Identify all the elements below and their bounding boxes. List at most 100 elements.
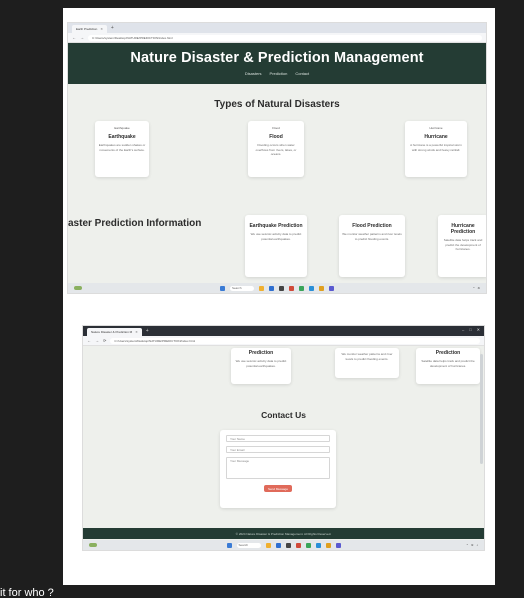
window-controls: – □ ✕ xyxy=(462,327,480,332)
earthquake-prediction-card: Prediction We use seismic activity data … xyxy=(231,348,291,384)
forward-icon[interactable]: → xyxy=(80,35,84,40)
forward-icon[interactable]: → xyxy=(95,338,99,343)
tab-label: Earth Prediction xyxy=(76,27,98,31)
tab-label: Nature Disaster & Prediction M xyxy=(91,330,133,334)
site-nav: Disasters Prediction Contact xyxy=(68,71,486,76)
close-tab-icon[interactable]: ✕ xyxy=(135,330,138,334)
card-title: Flood Prediction xyxy=(352,223,392,229)
app-icon[interactable] xyxy=(329,285,334,291)
hurricane-image: Hurricane xyxy=(429,126,443,130)
name-input[interactable]: Your Name xyxy=(226,435,330,442)
address-bar: ← → ⟳ C:/Users/system/Desktop/NATURE/PRE… xyxy=(83,336,484,346)
prediction-section-title: aster Prediction Information xyxy=(68,218,202,229)
wifi-icon[interactable]: ≋ xyxy=(471,543,474,547)
maximize-icon[interactable]: □ xyxy=(469,327,471,332)
close-tab-icon[interactable]: ✕ xyxy=(100,27,103,31)
screenshot-top-browser: Earth Prediction ✕ + ← → C:/Users/system… xyxy=(67,22,487,294)
card-description: A hurricane is a powerful tropical storm… xyxy=(410,143,462,152)
email-input[interactable]: Your Email xyxy=(226,446,330,453)
close-window-icon[interactable]: ✕ xyxy=(477,327,480,332)
url-field[interactable]: C:/Users/system/Desktop/NATURE/PREDICTIO… xyxy=(88,34,482,41)
card-title: Hurricane Prediction xyxy=(450,223,476,235)
edge-icon[interactable] xyxy=(275,542,281,548)
app-icon[interactable] xyxy=(285,542,291,548)
contact-form: Your Name Your Email Your Message Send M… xyxy=(220,430,336,508)
taskbar-search[interactable]: Search xyxy=(230,285,254,291)
flood-prediction-card: Flood Prediction We monitor weather patt… xyxy=(339,215,405,277)
card-title: Prediction xyxy=(248,350,274,356)
earthquake-card: Earthquake Earthquake Earthquakes are su… xyxy=(95,121,149,177)
site-header: Nature Disaster & Prediction Management … xyxy=(68,43,486,84)
hurricane-card: Hurricane Hurricane A hurricane is a pow… xyxy=(405,121,467,177)
card-description: We use seismic activity data to predict … xyxy=(235,359,287,368)
reload-icon[interactable]: ⟳ xyxy=(103,338,106,343)
vscode-icon[interactable] xyxy=(309,285,314,291)
hurricane-prediction-card: Hurricane Prediction Satellite data help… xyxy=(438,215,486,277)
start-icon[interactable] xyxy=(226,542,232,548)
screenshot-bottom-browser: Nature Disaster & Prediction M ✕ + – □ ✕… xyxy=(82,325,485,551)
flood-prediction-card: We monitor weather patterns and river le… xyxy=(335,348,399,378)
send-message-button[interactable]: Send Message xyxy=(264,485,292,492)
message-textarea[interactable]: Your Message xyxy=(226,457,330,479)
card-title: Flood xyxy=(269,134,283,140)
hurricane-prediction-card: Prediction Satellite data helps track an… xyxy=(416,348,480,384)
windows-taskbar: Search ^ ≋ ♪ xyxy=(83,540,484,550)
page-scrollbar[interactable] xyxy=(480,354,483,464)
wifi-icon[interactable]: ≋ xyxy=(477,286,480,290)
earthquake-prediction-card: Earthquake Prediction We use seismic act… xyxy=(245,215,307,277)
card-description: Satellite data helps track and predict t… xyxy=(421,359,475,368)
card-title: Prediction xyxy=(435,350,461,356)
volume-icon[interactable]: ♪ xyxy=(477,543,479,547)
card-title: Earthquake Prediction xyxy=(249,223,303,229)
flood-card: Flood Flood Flooding occurs when water o… xyxy=(248,121,304,177)
earthquake-image: Earthquake xyxy=(114,126,130,130)
weather-widget[interactable] xyxy=(74,286,82,290)
address-bar: ← → C:/Users/system/Desktop/NATURE/PREDI… xyxy=(68,33,486,43)
chat-caption: it for who ? xyxy=(0,587,54,598)
app-icon[interactable] xyxy=(279,285,284,291)
nav-link-contact[interactable]: Contact xyxy=(295,71,309,76)
app-icon[interactable] xyxy=(295,542,301,548)
tab-bar: Nature Disaster & Prediction M ✕ + – □ ✕ xyxy=(83,326,484,336)
app-icon[interactable] xyxy=(325,542,331,548)
browser-tab[interactable]: Earth Prediction ✕ xyxy=(72,25,107,33)
chevron-up-icon[interactable]: ^ xyxy=(473,286,474,290)
app-icon[interactable] xyxy=(319,285,324,291)
browser-tab[interactable]: Nature Disaster & Prediction M ✕ xyxy=(87,328,142,336)
new-tab-icon[interactable]: + xyxy=(146,328,149,334)
edge-icon[interactable] xyxy=(269,285,274,291)
types-section-title: Types of Natural Disasters xyxy=(214,99,340,110)
windows-taskbar: Search ^ ≋ xyxy=(68,283,486,293)
card-description: Earthquakes are sudden shakes or movemen… xyxy=(98,143,146,152)
app-icon[interactable] xyxy=(289,285,294,291)
url-field[interactable]: C:/Users/system/Desktop/NATURE/PREDICTIO… xyxy=(110,337,480,344)
card-description: Flooding occurs when water overflows fro… xyxy=(255,143,297,156)
folder-icon[interactable] xyxy=(265,542,271,548)
back-icon[interactable]: ← xyxy=(87,338,91,343)
minimize-icon[interactable]: – xyxy=(462,327,464,332)
chrome-icon[interactable] xyxy=(299,285,304,291)
back-icon[interactable]: ← xyxy=(72,35,76,40)
nav-link-prediction[interactable]: Prediction xyxy=(270,71,288,76)
contact-section-title: Contact Us xyxy=(261,410,306,420)
system-tray: ^ ≋ xyxy=(473,286,480,290)
folder-icon[interactable] xyxy=(259,285,264,291)
app-icon[interactable] xyxy=(335,542,341,548)
start-icon[interactable] xyxy=(220,285,225,291)
site-footer: © 2024 Nature Disaster & Prediction Mana… xyxy=(83,528,484,539)
card-title: Earthquake xyxy=(108,134,136,140)
card-description: We monitor weather patterns and river le… xyxy=(341,352,393,361)
chrome-icon[interactable] xyxy=(305,542,311,548)
taskbar-search[interactable]: Search xyxy=(236,542,261,548)
nav-link-disasters[interactable]: Disasters xyxy=(245,71,262,76)
new-tab-icon[interactable]: + xyxy=(111,25,114,31)
card-description: We use seismic activity data to predict … xyxy=(250,232,302,241)
vscode-icon[interactable] xyxy=(315,542,321,548)
site-title: Nature Disaster & Prediction Management xyxy=(130,50,424,66)
flood-image: Flood xyxy=(272,126,280,130)
card-title: Hurricane xyxy=(424,134,448,140)
chevron-up-icon[interactable]: ^ xyxy=(467,543,468,547)
weather-widget[interactable] xyxy=(89,543,97,547)
tab-bar: Earth Prediction ✕ + xyxy=(68,23,486,33)
system-tray: ^ ≋ ♪ xyxy=(467,543,478,547)
